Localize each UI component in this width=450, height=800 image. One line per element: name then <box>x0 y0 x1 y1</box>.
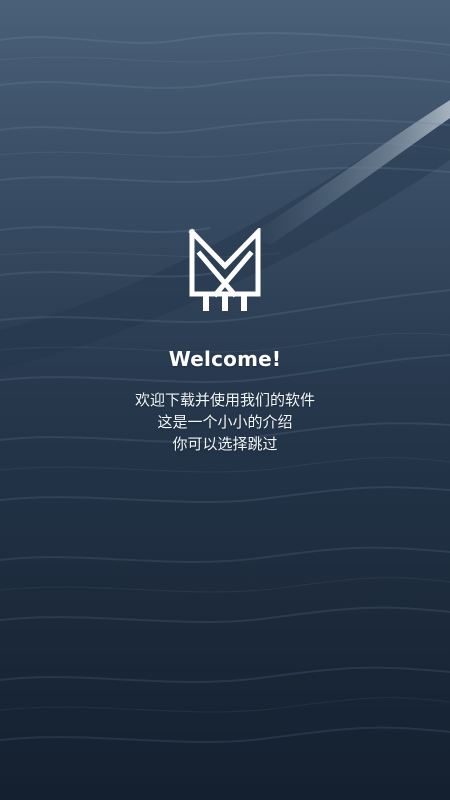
welcome-content: Welcome! 欢迎下载并使用我们的软件 这是一个小小的介绍 你可以选择跳过 <box>0 0 450 800</box>
brand-logo-icon <box>188 228 261 311</box>
intro-line-3: 你可以选择跳过 <box>172 435 278 453</box>
splash-screen: Welcome! 欢迎下载并使用我们的软件 这是一个小小的介绍 你可以选择跳过 <box>0 0 450 800</box>
intro-line-2: 这是一个小小的介绍 <box>157 413 293 431</box>
intro-line-1: 欢迎下载并使用我们的软件 <box>134 391 315 409</box>
welcome-title: Welcome! <box>168 347 282 371</box>
